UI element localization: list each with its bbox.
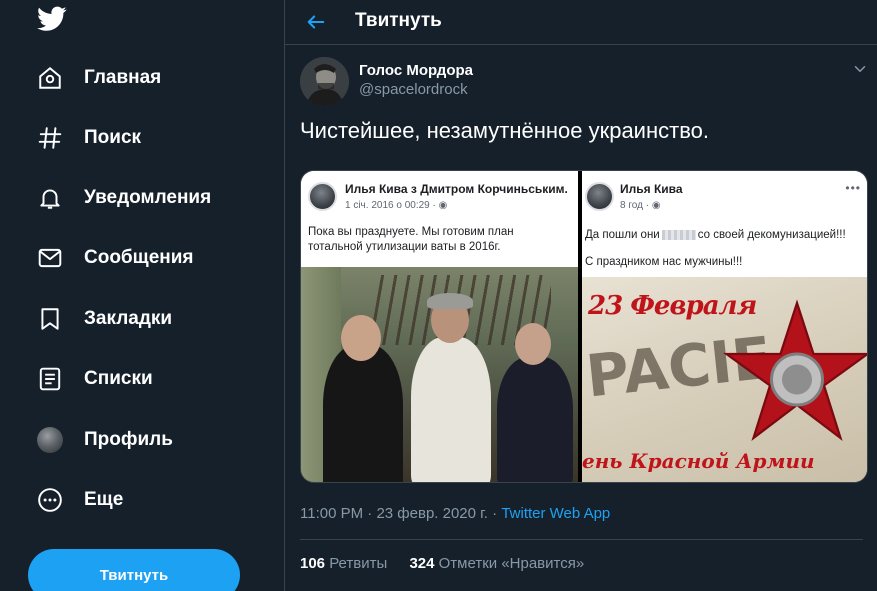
more-icon (36, 486, 64, 514)
header: Твитнуть (285, 0, 877, 45)
sidebar-item-explore[interactable]: Поиск (36, 118, 141, 158)
divider (300, 539, 863, 540)
avatar (308, 182, 337, 211)
chevron-down-icon[interactable] (851, 60, 869, 78)
tweet-time[interactable]: 11:00 PM (300, 505, 363, 522)
post-meta: 8 год · ◉ (620, 200, 661, 211)
sidebar-item-more[interactable]: Еще (36, 480, 123, 520)
author-name[interactable]: Голос Мордора (359, 62, 473, 79)
likes-stat[interactable]: 324 Отметки «Нравится» (409, 555, 584, 572)
facebook-post-header: Илья Кива з Дмитром Корчиньським. 1 січ.… (301, 171, 578, 267)
tweet-text: Чистейшее, незамутнённое украинство. (300, 118, 709, 143)
tweet-source-link[interactable]: Twitter Web App (501, 505, 610, 522)
tweet-timestamp: 11:00 PM · 23 февр. 2020 г. · Twitter We… (300, 505, 611, 522)
tweet-stats: 106 Ретвиты 324 Отметки «Нравится» (300, 555, 602, 572)
sidebar-item-notifications[interactable]: Уведомления (36, 178, 211, 218)
tweet-date[interactable]: 23 февр. 2020 г. (376, 505, 488, 522)
sidebar-item-lists[interactable]: Списки (36, 359, 153, 399)
post-text: Да пошли они со своей декомунизацией!!! С… (585, 229, 846, 268)
back-arrow-icon[interactable] (301, 7, 331, 37)
poster-caption: ень Красной Армии (582, 449, 815, 473)
author-avatar[interactable] (300, 57, 349, 106)
list-icon (36, 365, 64, 393)
sidebar-item-label: Профиль (84, 429, 173, 450)
envelope-icon (36, 244, 64, 272)
sidebar-item-label: Списки (84, 368, 153, 389)
sidebar-item-profile[interactable]: Профиль (36, 420, 173, 460)
home-icon (36, 64, 64, 92)
post-text: Пока вы празднуете. Мы готовим план тота… (308, 226, 514, 253)
poster-title: 23 Февраля (588, 291, 757, 321)
sidebar-item-label: Сообщения (84, 247, 194, 268)
post-meta: 1 січ. 2016 о 00:29 · ◉ (345, 200, 448, 211)
author-handle[interactable]: @spacelordrock (359, 81, 468, 98)
avatar (36, 426, 64, 454)
tweet-button[interactable]: Твитнуть (28, 549, 240, 591)
sidebar: Главная Поиск Уведомления Сообщения Закл… (0, 0, 284, 591)
hashtag-icon (36, 124, 64, 152)
tweet-detail: Твитнуть Голос Мордора @spacelordrock Чи… (284, 0, 877, 591)
sidebar-item-label: Уведомления (84, 187, 212, 208)
post-author: Илья Кива (620, 182, 683, 196)
facebook-post-header: Илья Кива 8 год · ◉ ••• Да пошли они со с… (582, 171, 867, 277)
poster-image: PACIE 23 Февраля ень Красной Армии (582, 277, 867, 482)
media-image-right: Илья Кива 8 год · ◉ ••• Да пошли они со с… (582, 171, 867, 482)
globe-icon: ◉ (651, 200, 661, 211)
sidebar-item-bookmarks[interactable]: Закладки (36, 299, 172, 339)
globe-icon: ◉ (438, 200, 448, 211)
group-photo (301, 267, 578, 482)
post-author: Илья Кива з Дмитром Корчиньським. (345, 182, 568, 196)
sidebar-item-label: Главная (84, 67, 162, 88)
sidebar-item-messages[interactable]: Сообщения (36, 238, 194, 278)
media-image-left: Илья Кива з Дмитром Корчиньським. 1 січ.… (301, 171, 578, 482)
sidebar-item-label: Поиск (84, 127, 142, 148)
tweet-media[interactable]: Илья Кива з Дмитром Корчиньським. 1 січ.… (300, 170, 868, 483)
page-title: Твитнуть (355, 10, 442, 31)
sidebar-item-label: Еще (84, 489, 124, 510)
more-icon: ••• (845, 181, 861, 195)
retweets-stat[interactable]: 106 Ретвиты (300, 555, 387, 572)
sidebar-item-home[interactable]: Главная (36, 58, 161, 98)
bookmark-icon (36, 305, 64, 333)
sidebar-item-label: Закладки (84, 308, 173, 329)
avatar (585, 182, 614, 211)
twitter-bird-icon[interactable] (37, 6, 67, 32)
bell-icon (36, 184, 64, 212)
